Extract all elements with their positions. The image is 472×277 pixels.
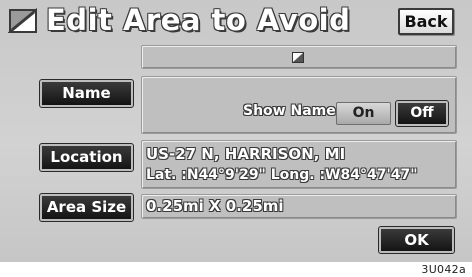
area-preview-bar (141, 45, 457, 69)
area-avoid-icon (8, 7, 37, 33)
name-button[interactable]: Name (39, 79, 134, 108)
location-address: US-27 N, HARRISON, MI (146, 145, 346, 163)
show-name-on-button[interactable]: On (336, 102, 391, 125)
avoid-area-marker-icon (292, 52, 304, 63)
back-button[interactable]: Back (398, 8, 454, 35)
show-name-off-button[interactable]: Off (395, 100, 449, 127)
location-button[interactable]: Location (39, 143, 134, 172)
ok-button[interactable]: OK (378, 226, 455, 254)
show-name-label: Show Name (243, 103, 336, 119)
area-size-value: 0.25mi X 0.25mi (146, 197, 284, 215)
screen: Edit Area to Avoid Back Name Show Name O… (0, 0, 472, 262)
location-coordinates: Lat. :N44°9'29" Long. :W84°47'47" (146, 167, 418, 183)
area-size-button[interactable]: Area Size (39, 193, 134, 222)
image-code: 3U042a (421, 263, 466, 276)
page-title: Edit Area to Avoid (46, 3, 351, 37)
